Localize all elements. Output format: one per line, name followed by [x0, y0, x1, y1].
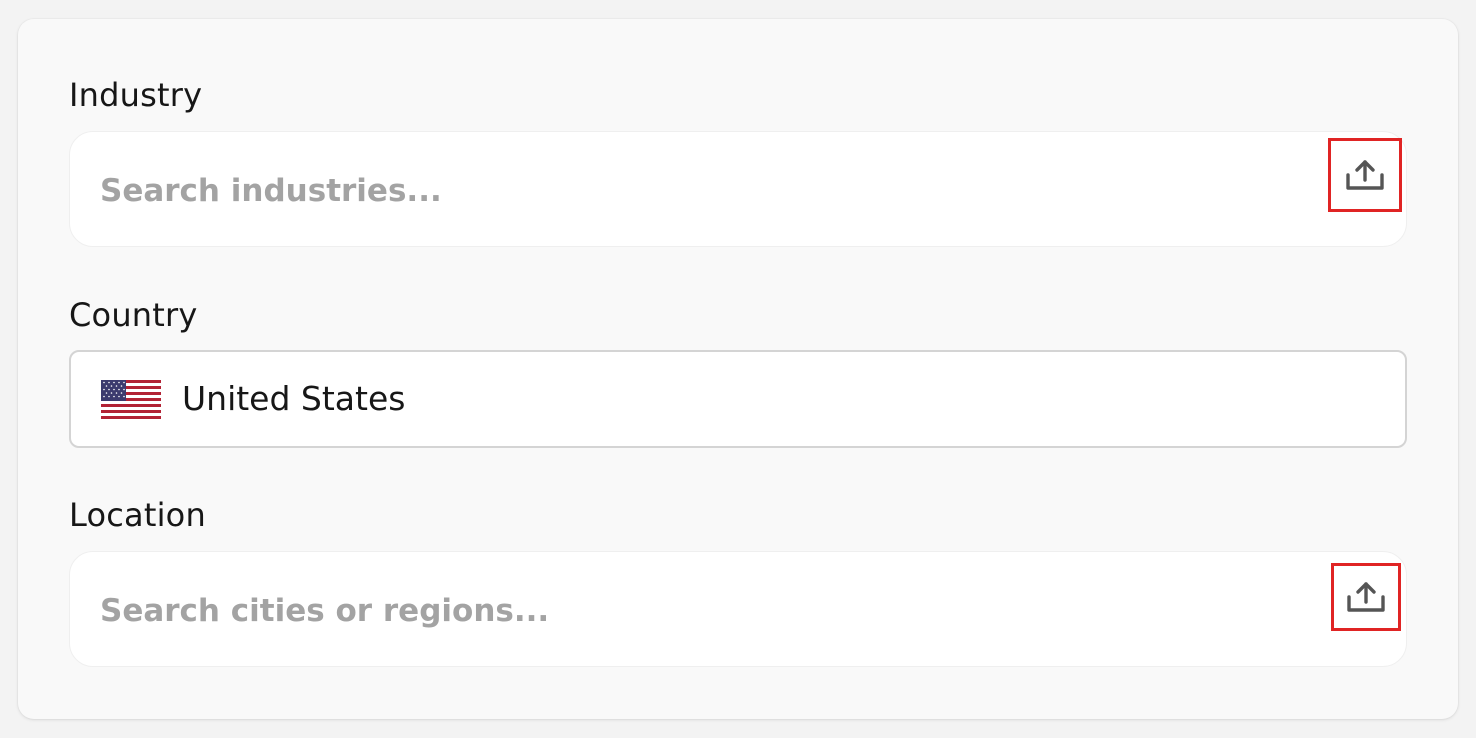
- industry-search-input[interactable]: [100, 134, 1300, 248]
- country-select[interactable]: United States: [69, 350, 1407, 448]
- location-search-box: [69, 551, 1407, 668]
- industry-upload-button[interactable]: [1328, 138, 1402, 212]
- location-search-input[interactable]: [100, 554, 1300, 668]
- industry-label: Industry: [69, 76, 203, 114]
- country-selected-value: United States: [182, 379, 406, 418]
- upload-icon: [1347, 582, 1385, 612]
- us-flag-icon: [101, 380, 161, 419]
- location-label: Location: [69, 496, 206, 534]
- filter-card: Industry Country: [18, 19, 1458, 719]
- country-label: Country: [69, 296, 198, 334]
- location-upload-button[interactable]: [1331, 563, 1401, 631]
- upload-icon: [1346, 160, 1384, 190]
- industry-search-box: [69, 131, 1407, 248]
